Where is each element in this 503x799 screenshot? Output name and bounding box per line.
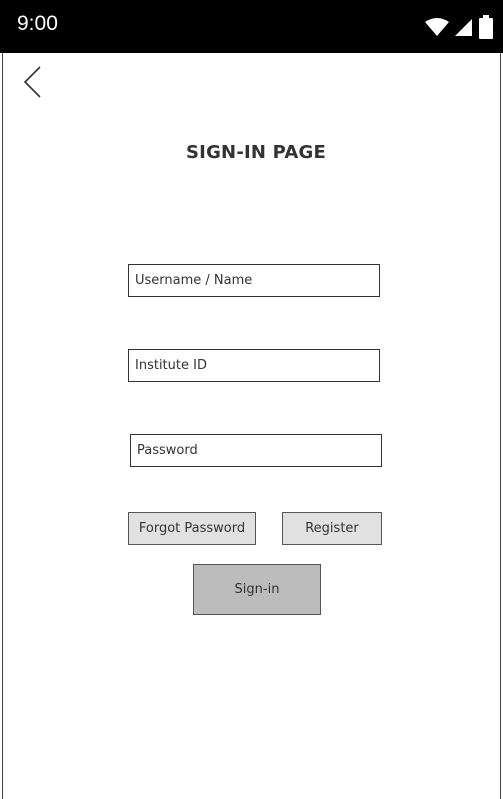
sign-in-screen: 9:00 SIGN-IN PAGE Forgot Password Regist… xyxy=(0,0,503,799)
forgot-password-button[interactable]: Forgot Password xyxy=(128,512,256,545)
status-time: 9:00 xyxy=(17,12,58,35)
chevron-left-icon xyxy=(23,66,41,98)
frame-border-left xyxy=(2,53,3,799)
page-title: SIGN-IN PAGE xyxy=(186,142,326,163)
register-button[interactable]: Register xyxy=(282,512,382,545)
wifi-icon xyxy=(425,18,449,36)
sign-in-button[interactable]: Sign-in xyxy=(193,564,321,615)
password-input[interactable] xyxy=(130,434,382,467)
frame-border-right xyxy=(500,53,501,799)
cell-signal-icon xyxy=(455,19,472,36)
status-icons xyxy=(425,15,493,39)
institute-id-input[interactable] xyxy=(128,349,380,382)
back-button[interactable] xyxy=(20,64,46,100)
battery-icon xyxy=(479,15,493,39)
username-input[interactable] xyxy=(128,264,380,297)
status-bar: 9:00 xyxy=(0,0,503,53)
